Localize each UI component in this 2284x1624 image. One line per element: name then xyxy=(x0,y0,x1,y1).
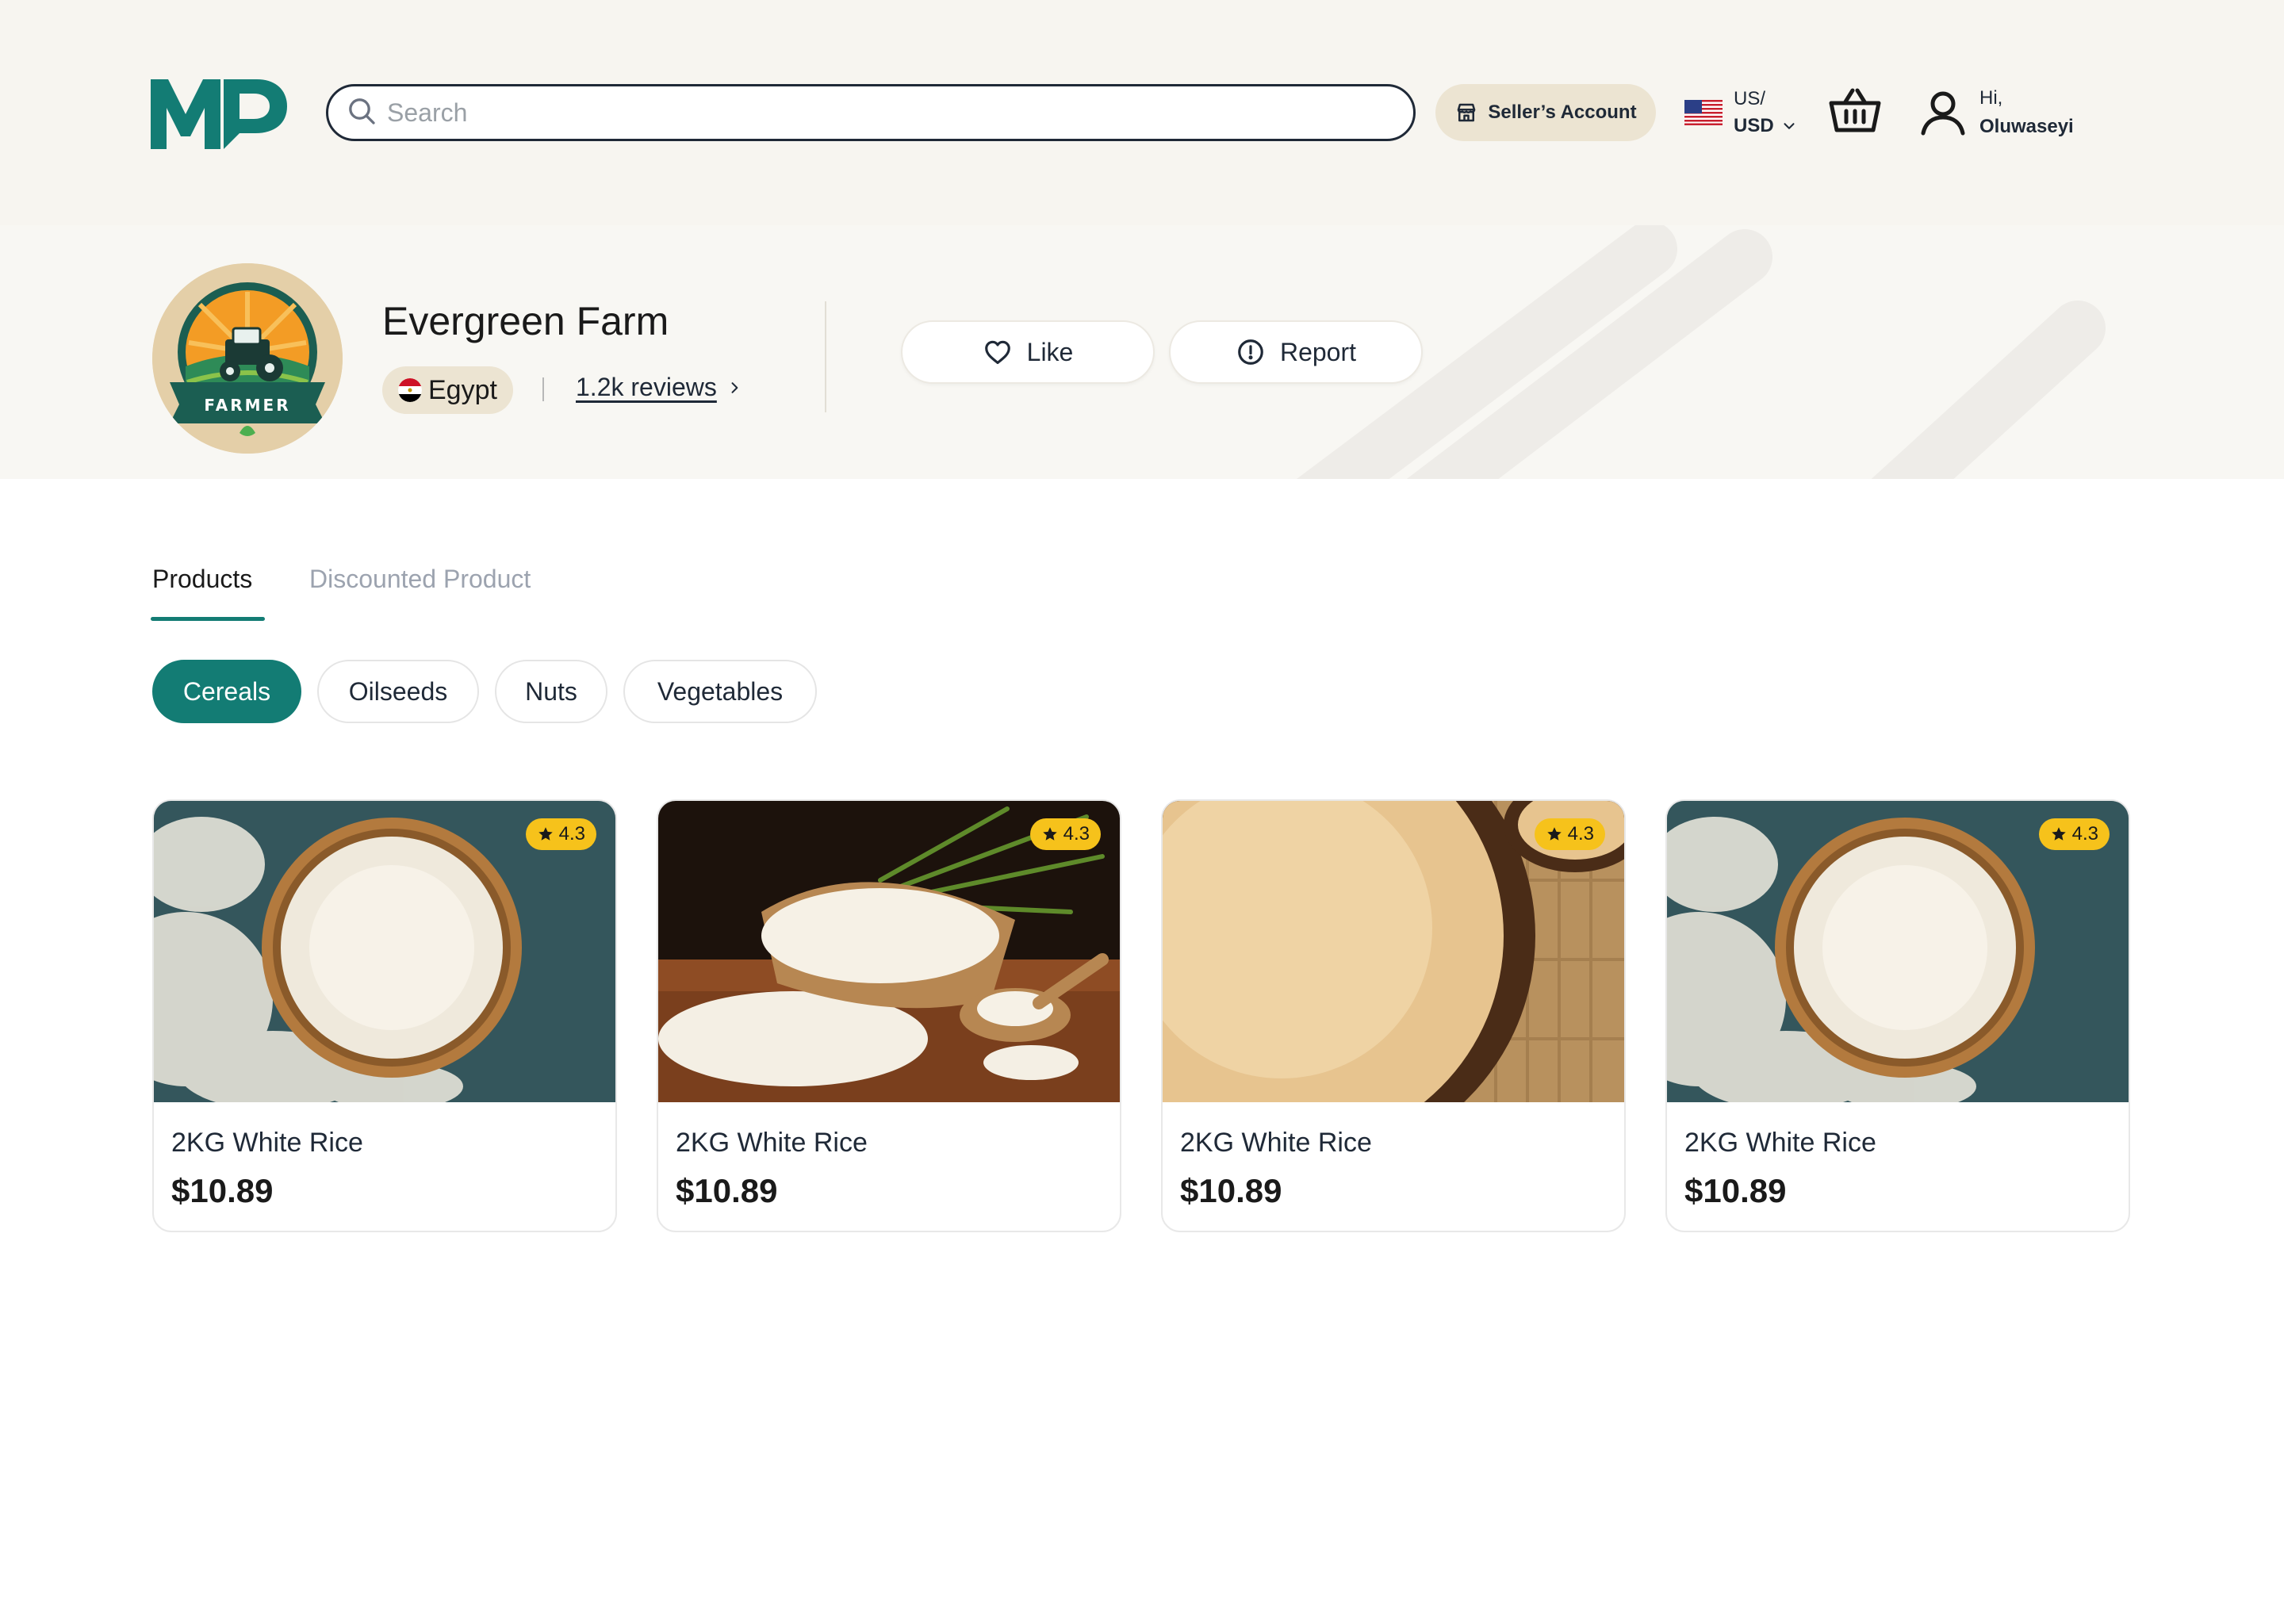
product-price: $10.89 xyxy=(1180,1172,1282,1209)
product-title: 2KG White Rice xyxy=(1180,1128,1372,1158)
locale-currency: USD xyxy=(1734,115,1774,136)
product-title: 2KG White Rice xyxy=(676,1128,868,1158)
tab-discounted-product[interactable]: Discounted Product xyxy=(309,565,531,594)
store-icon xyxy=(1458,103,1476,122)
divider xyxy=(542,377,544,401)
user-name: Oluwaseyi xyxy=(1979,116,2074,137)
chevron-down-icon xyxy=(1784,123,1795,129)
rating-badge: 4.3 xyxy=(525,818,596,850)
reviews-link[interactable]: 1.2k reviews xyxy=(576,373,742,402)
store-avatar: FARMER xyxy=(152,263,343,454)
store-profile-banner: FARMER Evergreen Farm Egypt 1.2k reviews… xyxy=(0,225,2284,479)
user-icon xyxy=(1921,91,1965,136)
search-icon xyxy=(346,95,377,131)
star-icon xyxy=(538,827,553,841)
heart-icon xyxy=(984,340,1010,365)
country-label: Egypt xyxy=(428,374,497,405)
like-label: Like xyxy=(1026,337,1074,366)
product-title: 2KG White Rice xyxy=(171,1128,363,1158)
locale-selector[interactable]: US/ USD xyxy=(1684,86,1803,140)
product-price: $10.89 xyxy=(171,1172,274,1209)
product-card[interactable]: 4.3 2KG White Rice $10.89 xyxy=(1161,799,1626,1232)
locale-region: US/ xyxy=(1734,88,1766,109)
user-greeting: Hi, xyxy=(1979,87,2003,109)
mp-logo[interactable] xyxy=(151,75,287,152)
egypt-flag-icon xyxy=(398,378,422,402)
active-tab-indicator xyxy=(151,617,265,621)
product-card[interactable]: 4.3 2KG White Rice $10.89 xyxy=(152,799,617,1232)
alert-circle-icon xyxy=(1238,339,1263,365)
category-chip-vegetables[interactable]: Vegetables xyxy=(623,660,817,723)
rating-badge: 4.3 xyxy=(1029,818,1101,850)
tab-products[interactable]: Products xyxy=(152,565,252,594)
svg-text:FARMER: FARMER xyxy=(204,396,290,415)
rating-value: 4.3 xyxy=(1063,823,1090,845)
rating-badge: 4.3 xyxy=(1534,818,1605,850)
product-price: $10.89 xyxy=(1684,1172,1787,1209)
rating-value: 4.3 xyxy=(1567,823,1594,845)
top-header: Seller’s Account US/ USD xyxy=(0,0,2284,225)
category-chip-cereals[interactable]: Cereals xyxy=(152,660,301,723)
country-badge: Egypt xyxy=(382,366,513,414)
like-button[interactable]: Like xyxy=(901,320,1155,384)
search-input[interactable] xyxy=(387,98,1378,128)
star-icon xyxy=(1042,827,1057,841)
product-price: $10.89 xyxy=(676,1172,778,1209)
report-label: Report xyxy=(1279,337,1357,366)
report-button[interactable]: Report xyxy=(1169,320,1423,384)
category-chip-nuts[interactable]: Nuts xyxy=(495,660,607,723)
basket-icon[interactable] xyxy=(1829,86,1881,135)
rating-value: 4.3 xyxy=(558,823,585,845)
star-icon xyxy=(1546,827,1562,841)
us-flag-icon xyxy=(1684,100,1723,125)
chevron-right-icon xyxy=(731,381,738,393)
divider xyxy=(825,301,826,412)
product-card[interactable]: 4.3 2KG White Rice $10.89 xyxy=(657,799,1121,1232)
product-card[interactable]: 4.3 2KG White Rice $10.89 xyxy=(1665,799,2130,1232)
sellers-account-label: Seller’s Account xyxy=(1488,102,1637,123)
rating-value: 4.3 xyxy=(2071,823,2098,845)
sellers-account-button[interactable]: Seller’s Account xyxy=(1435,84,1656,141)
user-menu[interactable]: Hi, Oluwaseyi xyxy=(1919,86,2094,140)
reviews-label: 1.2k reviews xyxy=(576,373,717,401)
category-chip-oilseeds[interactable]: Oilseeds xyxy=(317,660,479,723)
store-name: Evergreen Farm xyxy=(382,299,669,343)
search-bar[interactable] xyxy=(326,84,1416,141)
product-title: 2KG White Rice xyxy=(1684,1128,1876,1158)
star-icon xyxy=(2051,827,2066,841)
rating-badge: 4.3 xyxy=(2038,818,2110,850)
